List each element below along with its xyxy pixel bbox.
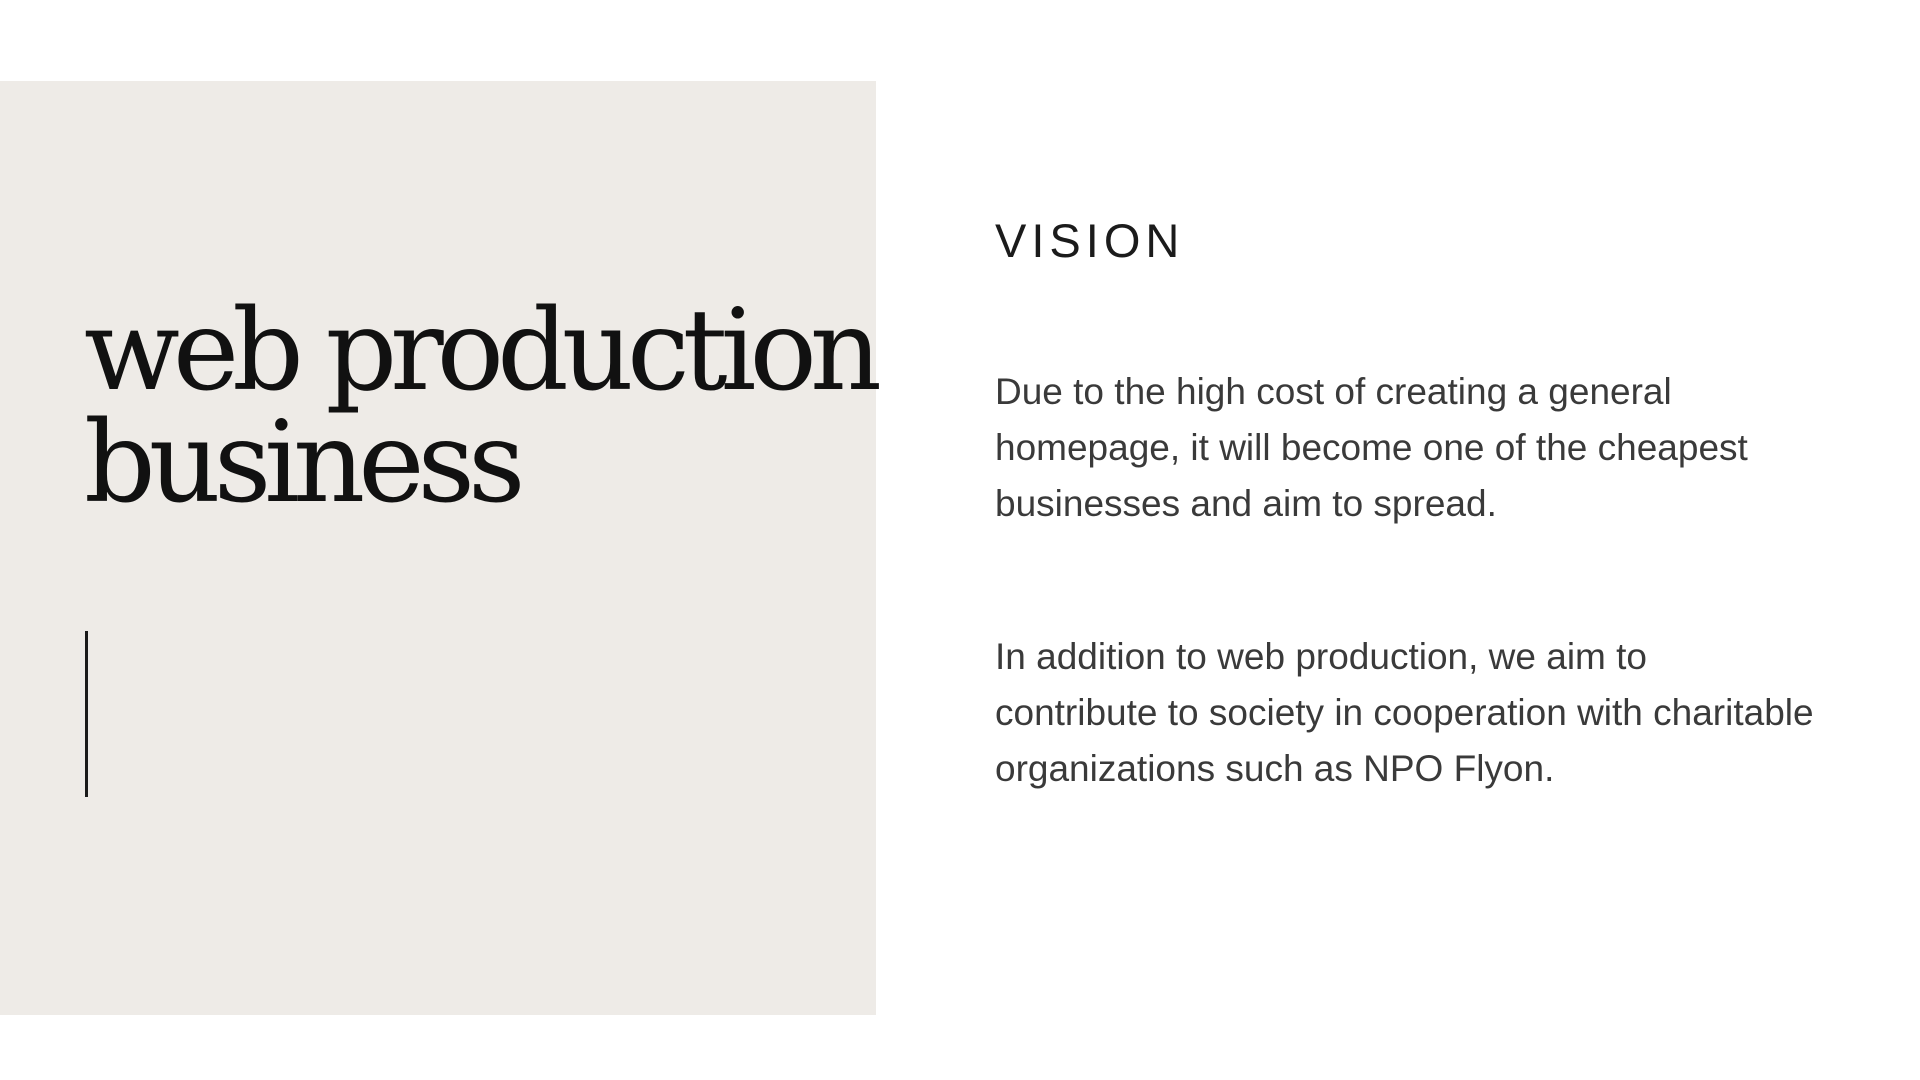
title-panel <box>0 81 876 1015</box>
vision-paragraph-2: In addition to web production, we aim to… <box>995 636 1814 789</box>
title-line-2: business <box>84 398 526 528</box>
title-line-1: web production <box>84 286 882 416</box>
vertical-accent-line <box>85 631 88 797</box>
slide: web production business VISION Due to th… <box>0 0 1920 1080</box>
slide-title: web production business <box>84 286 882 528</box>
vision-heading: VISION <box>995 214 1185 267</box>
vision-paragraph-1: Due to the high cost of creating a gener… <box>995 371 1748 524</box>
